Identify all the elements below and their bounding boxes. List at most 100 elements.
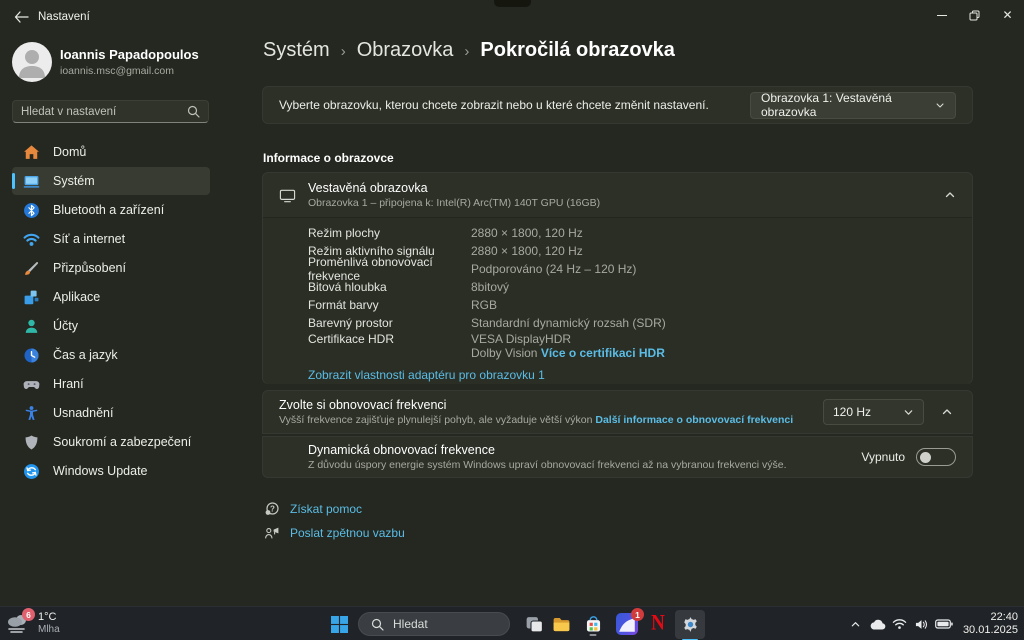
breadcrumb-system[interactable]: Systém bbox=[263, 39, 330, 62]
file-explorer-button[interactable] bbox=[549, 612, 573, 636]
info-value: 2880 × 1800, 120 Hz bbox=[471, 226, 583, 240]
restore-button[interactable] bbox=[958, 0, 991, 30]
wifi-tray-icon[interactable] bbox=[889, 613, 911, 635]
sidebar-item-home[interactable]: Domů bbox=[12, 138, 210, 166]
sidebar-item-personalization[interactable]: Přizpůsobení bbox=[12, 254, 210, 282]
sidebar: Ioannis Papadopoulos ioannis.msc@gmail.c… bbox=[0, 34, 250, 606]
breadcrumb-separator: › bbox=[340, 43, 346, 60]
sidebar-item-accounts[interactable]: Účty bbox=[12, 312, 210, 340]
accessibility-icon bbox=[23, 405, 40, 422]
info-label: Formát barvy bbox=[308, 298, 379, 312]
gamepad-icon bbox=[23, 376, 40, 393]
sidebar-item-label: Síť a internet bbox=[53, 232, 126, 246]
refresh-rate-info-link[interactable]: Další informace o obnovovací frekvenci bbox=[595, 414, 793, 426]
tray-overflow-button[interactable] bbox=[845, 613, 867, 635]
taskbar-search[interactable]: Hledat bbox=[358, 612, 510, 636]
window-controls: ✕ bbox=[925, 0, 1024, 30]
sidebar-item-label: Přizpůsobení bbox=[53, 261, 126, 275]
app-notification-badge: 1 bbox=[631, 608, 644, 621]
info-row: Proměnlivá obnovovací frekvence Podporov… bbox=[308, 255, 956, 283]
sidebar-item-bluetooth[interactable]: Bluetooth a zařízení bbox=[12, 196, 210, 224]
settings-search[interactable] bbox=[12, 100, 209, 123]
dynamic-refresh-toggle[interactable] bbox=[916, 448, 956, 466]
get-help-link[interactable]: ? Získat pomoc bbox=[264, 501, 362, 517]
sidebar-item-time-language[interactable]: Čas a jazyk bbox=[12, 341, 210, 369]
avatar[interactable] bbox=[12, 42, 52, 82]
info-label: Barevný prostor bbox=[308, 316, 393, 330]
sidebar-item-apps[interactable]: Aplikace bbox=[12, 283, 210, 311]
back-button[interactable] bbox=[8, 5, 34, 29]
shield-icon bbox=[23, 434, 40, 451]
gear-icon bbox=[683, 617, 697, 632]
sidebar-item-network[interactable]: Síť a internet bbox=[12, 225, 210, 253]
dynamic-refresh-title: Dynamická obnovovací frekvence bbox=[308, 443, 495, 457]
restore-icon bbox=[969, 10, 980, 20]
sidebar-item-label: Domů bbox=[53, 145, 87, 159]
dynamic-refresh-subtitle: Z důvodu úspory energie systém Windows u… bbox=[308, 459, 787, 471]
hdr-certification-link[interactable]: Více o certifikaci HDR bbox=[541, 346, 665, 360]
display-select-dropdown[interactable]: Obrazovka 1: Vestavěná obrazovka bbox=[750, 91, 956, 119]
search-input[interactable] bbox=[21, 105, 187, 118]
clock-globe-icon bbox=[23, 347, 40, 364]
user-email: ioannis.msc@gmail.com bbox=[60, 65, 174, 77]
sidebar-item-gaming[interactable]: Hraní bbox=[12, 370, 210, 398]
sidebar-item-system[interactable]: Systém bbox=[12, 167, 210, 195]
store-icon bbox=[586, 615, 600, 631]
display-info-header[interactable]: Vestavěná obrazovka Obrazovka 1 – připoj… bbox=[263, 173, 972, 217]
volume-tray-icon[interactable] bbox=[911, 613, 933, 635]
netflix-button[interactable]: N bbox=[646, 611, 670, 636]
display-info-card: Vestavěná obrazovka Obrazovka 1 – připoj… bbox=[262, 172, 973, 384]
sidebar-item-label: Bluetooth a zařízení bbox=[53, 203, 165, 217]
clock-time: 22:40 bbox=[990, 611, 1018, 623]
close-icon: ✕ bbox=[1002, 8, 1013, 22]
start-button[interactable] bbox=[327, 612, 351, 636]
sidebar-item-windows-update[interactable]: Windows Update bbox=[12, 457, 210, 485]
send-feedback-link[interactable]: Poslat zpětnou vazbu bbox=[264, 525, 405, 541]
section-heading: Informace o obrazovce bbox=[263, 151, 394, 165]
info-value: Standardní dynamický rozsah (SDR) bbox=[471, 316, 666, 330]
help-icon: ? bbox=[265, 502, 279, 515]
breadcrumb-separator: › bbox=[464, 43, 470, 60]
refresh-rate-card: Zvolte si obnovovací frekvenci Vyšší fre… bbox=[262, 390, 973, 434]
taskbar-search-label: Hledat bbox=[393, 617, 428, 631]
sidebar-item-accessibility[interactable]: Usnadnění bbox=[12, 399, 210, 427]
refresh-rate-dropdown[interactable]: 120 Hz bbox=[823, 399, 924, 425]
microsoft-store-button[interactable] bbox=[581, 612, 605, 636]
sidebar-item-privacy[interactable]: Soukromí a zabezpečení bbox=[12, 428, 210, 456]
app-title: Nastavení bbox=[38, 11, 90, 23]
chevron-up-icon[interactable] bbox=[944, 189, 956, 201]
info-label: Bitová hloubka bbox=[308, 280, 387, 294]
pinned-app-icon: 1 bbox=[616, 608, 644, 635]
display-info-body: Režim plochy 2880 × 1800, 120 Hz Režim a… bbox=[263, 217, 972, 384]
chevron-up-icon bbox=[852, 621, 860, 626]
task-view-icon bbox=[526, 616, 543, 632]
weather-widget[interactable]: 6 1°C Mlha bbox=[5, 608, 60, 636]
info-value: RGB bbox=[471, 298, 498, 312]
adapter-properties-link[interactable]: Zobrazit vlastnosti adaptéru pro obrazov… bbox=[308, 368, 545, 382]
battery-tray-icon[interactable] bbox=[933, 613, 955, 635]
search-icon bbox=[371, 618, 384, 631]
svg-text:?: ? bbox=[270, 504, 275, 513]
info-row: Bitová hloubka 8bitový bbox=[308, 278, 956, 296]
pinned-app-button[interactable]: 1 bbox=[615, 608, 644, 636]
running-indicator bbox=[589, 633, 597, 636]
back-arrow-icon bbox=[14, 11, 29, 23]
speaker-icon bbox=[916, 619, 928, 629]
select-display-card: Vyberte obrazovku, kterou chcete zobrazi… bbox=[262, 86, 973, 124]
sidebar-item-label: Aplikace bbox=[53, 290, 101, 304]
chevron-down-icon bbox=[904, 409, 913, 415]
bluetooth-icon bbox=[23, 202, 40, 219]
apps-icon bbox=[23, 289, 40, 306]
onedrive-tray-icon[interactable] bbox=[867, 613, 889, 635]
dynamic-refresh-card: Dynamická obnovovací frekvence Z důvodu … bbox=[262, 436, 973, 478]
close-button[interactable]: ✕ bbox=[991, 0, 1024, 30]
monitor-icon bbox=[279, 187, 296, 204]
task-view-button[interactable] bbox=[522, 612, 546, 636]
settings-app-button[interactable] bbox=[675, 610, 705, 640]
minimize-button[interactable] bbox=[925, 0, 958, 30]
refresh-expander-toggle[interactable] bbox=[938, 403, 956, 421]
system-icon bbox=[23, 173, 40, 190]
info-row-hdr: Certifikace HDR VESA DisplayHDR Dolby Vi… bbox=[308, 332, 956, 360]
breadcrumb-display[interactable]: Obrazovka bbox=[357, 39, 454, 62]
taskbar-clock[interactable]: 22:40 30.01.2025 bbox=[963, 611, 1018, 637]
